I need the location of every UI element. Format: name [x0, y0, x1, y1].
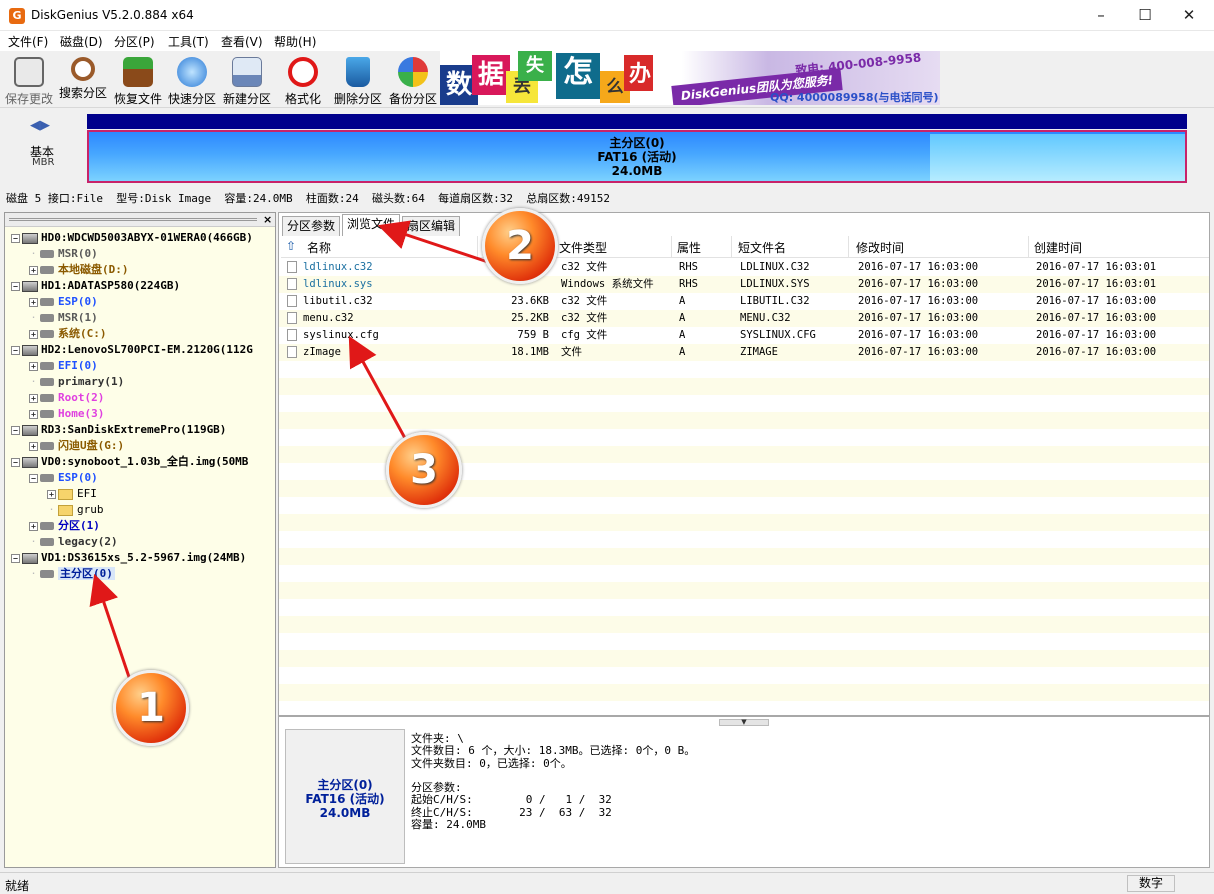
- callout-1: 1: [113, 670, 189, 746]
- annotation-arrows: [89, 220, 489, 681]
- arrow-2: [377, 220, 489, 264]
- callout-3: 3: [386, 432, 462, 508]
- arrow-3: [348, 335, 408, 441]
- callout-2: 2: [482, 208, 558, 284]
- arrow-1: [89, 573, 132, 681]
